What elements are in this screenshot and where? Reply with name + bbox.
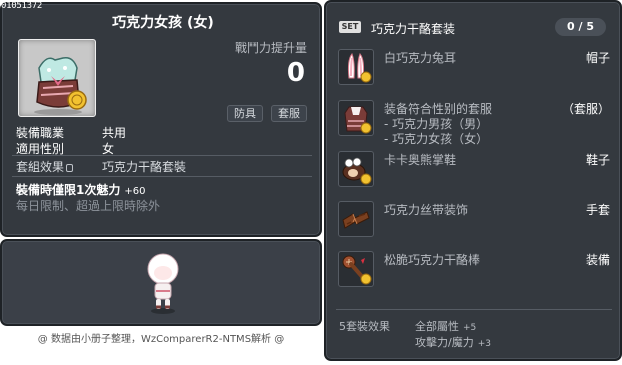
item-slot [338, 251, 374, 287]
set-bonus-stat-name: 全部屬性 [415, 320, 459, 333]
bunny-ears-icon [347, 53, 372, 83]
set-item-slot-type: 帽子 [585, 51, 610, 65]
divider [336, 309, 612, 310]
item-tooltip-panel: 巧克力女孩 (女) 戰鬥力提升量 0 防具 套服 裝備職業 共用 適用性別女 套組… [0, 2, 322, 237]
item-id-label: 01051372 [1, 1, 42, 11]
bear-paw-shoes-icon [342, 157, 372, 185]
daily-limit-text: 每日限制、超過上限時除外 [16, 199, 161, 213]
job-value: 共用 [102, 126, 127, 140]
set-bonus-stat-name: 攻擊力/魔力 [415, 336, 474, 349]
power-increase-label: 戰鬥力提升量 [234, 41, 307, 55]
ribbon-gloves-icon [342, 211, 370, 229]
set-item-name: 卡卡奥熊掌鞋 [384, 153, 457, 167]
set-bonus-stat: 攻擊力/魔力 +3 [415, 334, 491, 350]
set-bonus-stat-value: +3 [477, 339, 491, 349]
item-slot [338, 49, 374, 85]
credit-note: @ 数据由小册子整理，WzComparerR2-NTMS解析 @ [37, 334, 285, 345]
cheese-stick-icon [342, 255, 372, 285]
item-title: 巧克力女孩 (女) [112, 15, 214, 31]
set-item-slot-type: （套服） [561, 102, 610, 116]
item-icon-frame [18, 39, 96, 117]
divider [12, 155, 312, 156]
set-badge: SET [339, 21, 361, 33]
set-count: 0 / 5 [555, 18, 606, 36]
set-item-name: 白巧克力兔耳 [384, 51, 457, 65]
chocolate-outfit-icon [34, 56, 87, 115]
set-item-name: 巧克力丝带装饰 [384, 203, 469, 217]
set-item-slot-type: 手套 [585, 203, 610, 217]
lock-icon [66, 164, 74, 172]
set-item-name: 松脆巧克力干酪棒 [384, 253, 481, 267]
set-bonus-stat: 全部屬性 +5 [415, 318, 476, 334]
set-effect-row: 套組效果 巧克力干酪套裝 [16, 158, 186, 175]
item-slot [338, 201, 374, 237]
equip-charm-text: 裝備時僅限1次魅力 [16, 183, 121, 197]
set-bonus-label: 5套裝效果 [339, 320, 390, 333]
tag-armor: 防具 [227, 105, 263, 122]
set-bonus-stat-value: +5 [463, 323, 477, 333]
set-item-sub: - 巧克力女孩（女） [384, 132, 489, 146]
power-increase-value: 0 [286, 58, 305, 88]
outfit-icon [344, 106, 372, 134]
set-effect-value: 巧克力干酪套裝 [102, 160, 187, 174]
item-slot [338, 100, 374, 136]
avatar-preview-panel [0, 239, 322, 326]
set-effect-label: 套組效果 [16, 160, 65, 174]
equip-charm-line: 裝備時僅限1次魅力 +60 [16, 181, 145, 198]
equip-charm-bonus: +60 [124, 186, 146, 197]
divider [12, 176, 312, 177]
character-avatar-icon [147, 253, 179, 314]
job-label: 裝備職業 [16, 126, 65, 140]
job-row: 裝備職業 共用 [16, 124, 126, 141]
set-info-panel: SET 巧克力干酪套装 0 / 5 白巧克力兔耳 帽子 装备符合性别的套服 - [324, 0, 622, 361]
gender-value: 女 [102, 142, 115, 156]
set-name: 巧克力干酪套装 [371, 22, 456, 36]
item-slot [338, 151, 374, 187]
set-item-slot-type: 装備 [585, 253, 610, 267]
tag-outfit: 套服 [271, 105, 307, 122]
set-item-slot-type: 鞋子 [585, 153, 610, 167]
